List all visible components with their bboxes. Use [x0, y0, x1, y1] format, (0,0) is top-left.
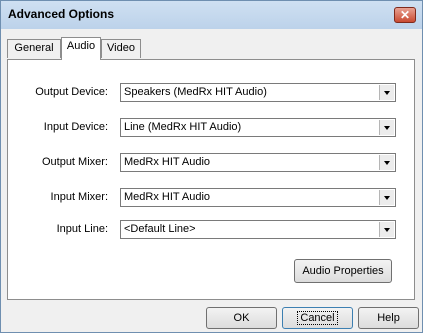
audio-panel: Output Device: Speakers (MedRx HIT Audio… — [7, 59, 415, 300]
output-mixer-value: MedRx HIT Audio — [124, 156, 211, 168]
help-button[interactable]: Help — [358, 307, 419, 329]
output-device-select[interactable]: Speakers (MedRx HIT Audio) — [120, 83, 396, 102]
input-line-select[interactable]: <Default Line> — [120, 220, 396, 239]
output-device-label: Output Device: — [35, 86, 108, 98]
close-icon: ✕ — [399, 8, 411, 22]
chevron-down-icon[interactable] — [379, 120, 394, 135]
input-device-label: Input Device: — [43, 121, 108, 133]
title-bar: Advanced Options ✕ — [1, 1, 422, 29]
output-mixer-select[interactable]: MedRx HIT Audio — [120, 153, 396, 172]
input-line-label: Input Line: — [56, 223, 108, 235]
cancel-button-label: Cancel — [297, 311, 338, 325]
window-title: Advanced Options — [8, 7, 115, 21]
tab-audio[interactable]: Audio — [61, 37, 101, 60]
ok-button[interactable]: OK — [206, 307, 277, 329]
input-device-value: Line (MedRx HIT Audio) — [124, 121, 242, 133]
audio-properties-button[interactable]: Audio Properties — [294, 259, 392, 283]
chevron-down-icon[interactable] — [379, 222, 394, 237]
input-line-value: <Default Line> — [124, 223, 196, 235]
chevron-down-icon[interactable] — [379, 155, 394, 170]
output-device-value: Speakers (MedRx HIT Audio) — [124, 86, 267, 98]
input-mixer-select[interactable]: MedRx HIT Audio — [120, 188, 396, 207]
chevron-down-icon[interactable] — [379, 190, 394, 205]
input-device-select[interactable]: Line (MedRx HIT Audio) — [120, 118, 396, 137]
tab-general[interactable]: General — [7, 39, 61, 58]
tab-video[interactable]: Video — [101, 39, 141, 58]
input-mixer-value: MedRx HIT Audio — [124, 191, 211, 203]
advanced-options-window: Advanced Options ✕ General Audio Video O… — [0, 0, 423, 333]
chevron-down-icon[interactable] — [379, 85, 394, 100]
close-button[interactable]: ✕ — [394, 7, 416, 23]
dialog-client: General Audio Video Output Device: Speak… — [1, 29, 422, 332]
input-mixer-label: Input Mixer: — [50, 191, 108, 203]
output-mixer-label: Output Mixer: — [41, 156, 108, 168]
cancel-button[interactable]: Cancel — [282, 307, 353, 329]
dialog-footer: OK Cancel Help — [1, 300, 422, 332]
